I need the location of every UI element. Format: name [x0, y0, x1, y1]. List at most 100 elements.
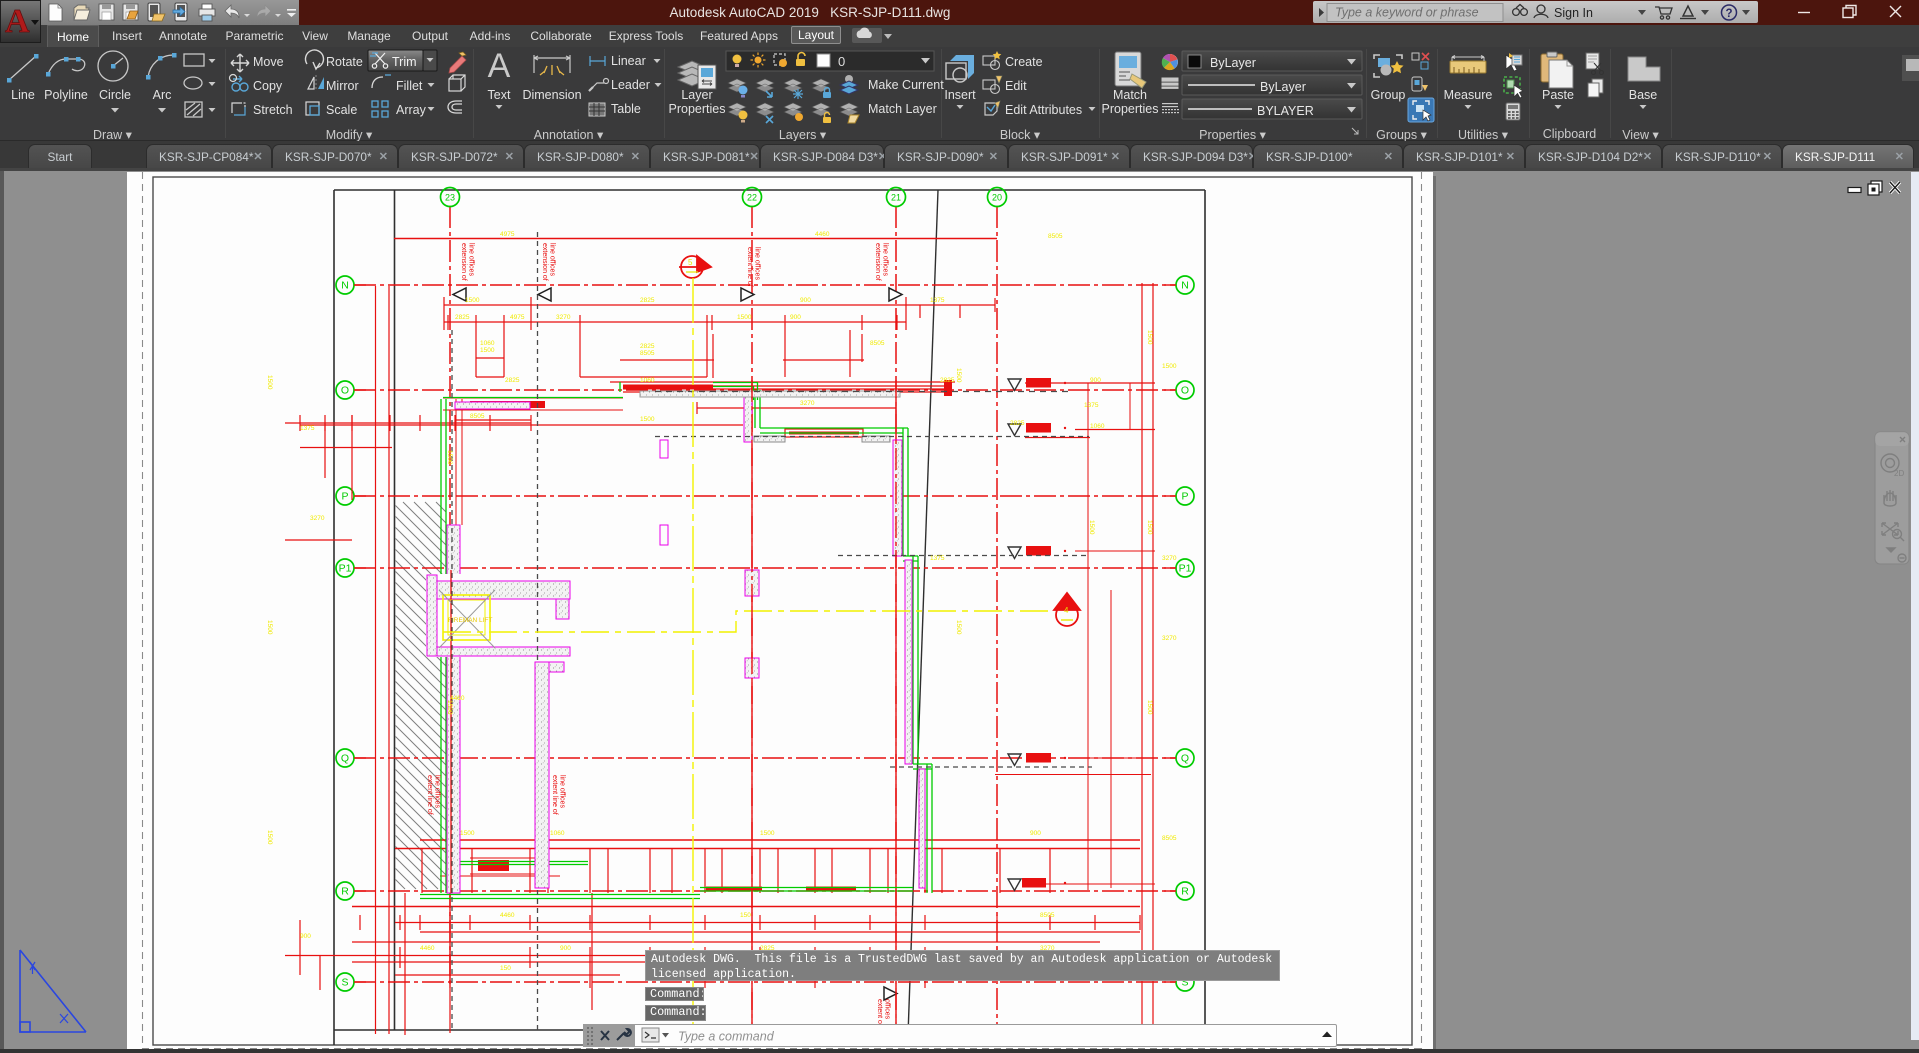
svg-text:1060: 1060 [640, 377, 655, 384]
svg-text:900: 900 [790, 314, 801, 321]
svg-text:900: 900 [560, 945, 571, 952]
svg-text:extent line of: extent line of [426, 775, 433, 815]
svg-text:1500: 1500 [266, 620, 273, 635]
svg-text:Group: Group [1371, 88, 1406, 102]
svg-text:ByLayer: ByLayer [1260, 80, 1306, 94]
svg-text:1500: 1500 [446, 450, 453, 465]
svg-text:900: 900 [300, 933, 311, 940]
svg-text:line offices: line offices [559, 775, 566, 808]
svg-text:Properties: Properties [669, 102, 726, 116]
svg-text:4460: 4460 [500, 912, 515, 919]
svg-text:R: R [341, 886, 349, 898]
svg-text:Fillet: Fillet [396, 79, 423, 93]
svg-text:line offices: line offices [549, 243, 556, 276]
svg-text:4975: 4975 [500, 231, 515, 238]
svg-text:1375: 1375 [1084, 402, 1099, 409]
svg-text:A: A [5, 3, 30, 40]
svg-text:3270: 3270 [1162, 635, 1177, 642]
svg-text:4460: 4460 [815, 231, 830, 238]
svg-text:offices: offices [884, 999, 891, 1020]
svg-text:Paste: Paste [1542, 88, 1574, 102]
svg-text:900: 900 [800, 297, 811, 304]
svg-text:1500: 1500 [955, 368, 962, 383]
svg-text:Leader: Leader [611, 78, 650, 92]
svg-text:3270: 3270 [310, 515, 325, 522]
svg-text:3270: 3270 [556, 314, 571, 321]
svg-text:Make Current: Make Current [868, 78, 944, 92]
svg-text:Array: Array [396, 103, 427, 117]
svg-text:Trim: Trim [392, 55, 417, 69]
svg-text:S: S [341, 977, 348, 989]
svg-text:8505: 8505 [870, 340, 885, 347]
svg-text:extent line of: extent line of [746, 247, 753, 287]
svg-text:2825: 2825 [505, 377, 520, 384]
svg-text:Match: Match [1113, 88, 1147, 102]
svg-text:8505: 8505 [1048, 233, 1063, 240]
svg-text:5: 5 [688, 258, 693, 267]
svg-text:4: 4 [1064, 606, 1069, 615]
svg-text:1500: 1500 [460, 830, 475, 837]
svg-text:2825: 2825 [640, 343, 655, 350]
svg-text:Sign In: Sign In [1554, 6, 1593, 20]
svg-text:Type a keyword or phrase: Type a keyword or phrase [1335, 6, 1479, 20]
svg-text:1500: 1500 [955, 620, 962, 635]
svg-text:2825: 2825 [455, 314, 470, 321]
svg-text:Q: Q [1181, 753, 1189, 765]
svg-text:900: 900 [1090, 377, 1101, 384]
svg-text:Scale: Scale [326, 103, 357, 117]
svg-text:1375: 1375 [930, 555, 945, 562]
svg-text:Circle: Circle [99, 88, 131, 102]
svg-text:3270: 3270 [1162, 555, 1177, 562]
svg-text:1500: 1500 [1146, 700, 1153, 715]
svg-text:extension of: extension of [541, 243, 548, 281]
svg-text:Match Layer: Match Layer [868, 102, 937, 116]
svg-text:N: N [341, 280, 349, 292]
svg-text:O: O [1181, 385, 1189, 397]
svg-text:2825: 2825 [1010, 420, 1025, 427]
svg-text:1500: 1500 [446, 700, 453, 715]
svg-text:A: A [488, 47, 511, 85]
svg-text:1375: 1375 [930, 297, 945, 304]
svg-text:P1: P1 [1179, 563, 1192, 575]
svg-text:Insert: Insert [944, 88, 976, 102]
svg-text:Polyline: Polyline [44, 88, 88, 102]
svg-text:1060: 1060 [480, 340, 495, 347]
svg-text:8505: 8505 [470, 413, 485, 420]
svg-text:line offices: line offices [754, 247, 761, 280]
svg-text:O: O [341, 385, 349, 397]
svg-text:23: 23 [445, 192, 455, 202]
svg-text:Dimension: Dimension [522, 88, 581, 102]
svg-text:Measure: Measure [1444, 88, 1493, 102]
svg-text:1500: 1500 [1146, 520, 1153, 535]
svg-text:ByLayer: ByLayer [1210, 56, 1256, 70]
svg-text:4460: 4460 [420, 945, 435, 952]
svg-text:3270: 3270 [800, 400, 815, 407]
svg-text:2D: 2D [1894, 469, 1904, 478]
svg-text:20: 20 [992, 192, 1002, 202]
svg-text:line offices: line offices [882, 243, 889, 276]
svg-text:Q: Q [341, 753, 349, 765]
svg-text:1500: 1500 [737, 314, 752, 321]
svg-text:P: P [341, 491, 348, 503]
svg-text:Text: Text [488, 88, 511, 102]
svg-text:Base: Base [1629, 88, 1658, 102]
svg-text:Type a command: Type a command [678, 1030, 775, 1044]
svg-text:1500: 1500 [760, 830, 775, 837]
svg-text:Mirror: Mirror [326, 79, 359, 93]
svg-text:1060: 1060 [1090, 423, 1105, 430]
svg-text:Linear: Linear [611, 54, 646, 68]
svg-text:Properties: Properties [1102, 102, 1159, 116]
svg-text:Copy: Copy [253, 79, 283, 93]
svg-text:150: 150 [500, 965, 511, 972]
svg-text:8505: 8505 [1162, 835, 1177, 842]
svg-text:Edit: Edit [1005, 79, 1027, 93]
svg-text:N: N [1181, 280, 1189, 292]
svg-text:?: ? [1726, 8, 1733, 20]
svg-text:1500: 1500 [266, 830, 273, 845]
svg-text:21: 21 [891, 192, 901, 202]
svg-text:1060: 1060 [550, 830, 565, 837]
svg-text:P1: P1 [339, 563, 352, 575]
svg-text:4975: 4975 [510, 314, 525, 321]
svg-text:Move: Move [253, 55, 284, 69]
svg-text:Line: Line [11, 88, 35, 102]
